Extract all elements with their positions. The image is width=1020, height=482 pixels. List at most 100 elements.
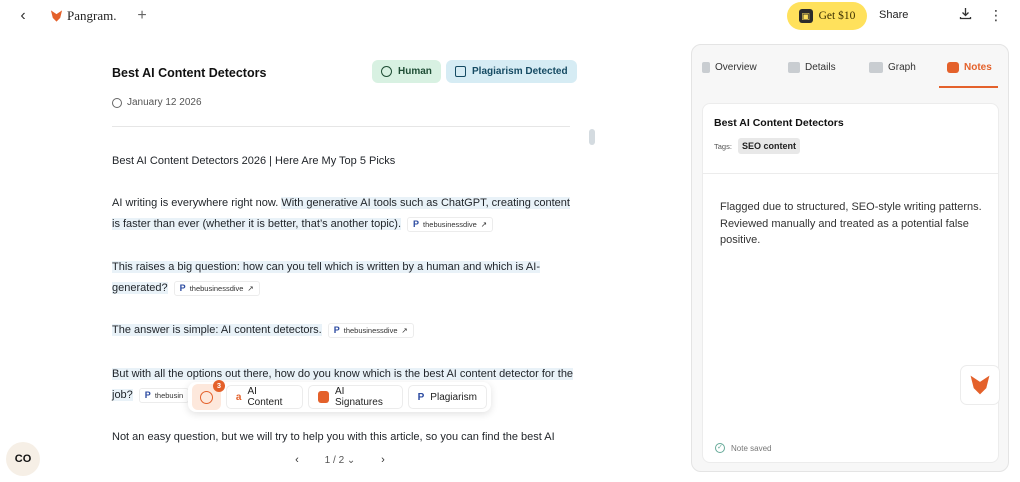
paragraph-5: Not an easy question, but we will try to…: [112, 431, 555, 443]
save-status-label: Note saved: [731, 443, 772, 453]
pangram-p-icon: P: [413, 218, 420, 229]
document-title: Best AI Content Detectors: [112, 66, 267, 80]
plagiarism-button[interactable]: P Plagiarism: [407, 385, 487, 409]
external-link-icon: ↗: [401, 325, 408, 335]
chevron-right-icon: ›: [381, 454, 385, 466]
top-bar: ‹ Pangram. + ▣ Get $10 Share ⋮: [0, 0, 1020, 32]
source-chip[interactable]: Pthebusin: [138, 387, 190, 403]
ai-signatures-icon: [317, 391, 330, 403]
source-name: thebusinessdive: [189, 283, 244, 293]
tags-label: Tags:: [714, 141, 732, 151]
chevron-down-icon: ⌄: [344, 454, 356, 466]
ai-content-label: AI Content: [247, 386, 283, 408]
document-heading-line: Best AI Content Detectors 2026 | Here Ar…: [112, 155, 396, 167]
external-link-icon: ↗: [247, 283, 254, 293]
plagiarism-icon: [455, 66, 466, 77]
more-vertical-icon: ⋮: [989, 7, 1003, 23]
ai-content-icon: a: [235, 391, 242, 403]
page-indicator-label: 1 / 2: [324, 454, 345, 466]
ai-content-button[interactable]: a AI Content: [225, 385, 303, 409]
paragraph-1: AI writing is everywhere right now. With…: [112, 193, 574, 235]
tab-graph-label: Graph: [888, 62, 916, 73]
notes-icon: [947, 62, 959, 73]
document-date: January 12 2026: [112, 97, 202, 108]
tab-notes-label: Notes: [964, 62, 992, 73]
download-icon: [959, 8, 971, 20]
tab-graph[interactable]: Graph: [869, 62, 916, 73]
check-circle-icon: ✓: [715, 443, 725, 453]
page-indicator[interactable]: 1 / 2 ⌄: [325, 455, 356, 466]
source-chip[interactable]: Pthebusinessdive ↗: [327, 322, 414, 338]
notes-card: Best AI Content Detectors Tags: SEO cont…: [702, 103, 999, 463]
tab-overview-label: Overview: [715, 62, 757, 73]
more-options-button[interactable]: ⋮: [988, 7, 1004, 23]
fox-logo-icon: [50, 10, 63, 22]
analysis-toolbar: 3 a AI Content AI Signatures P Plagiaris…: [188, 380, 491, 412]
tag-chip[interactable]: SEO content: [737, 138, 800, 154]
pangram-p-icon: P: [179, 282, 186, 293]
issue-count-badge: 3: [213, 380, 225, 392]
prev-page-button[interactable]: ‹: [290, 454, 304, 466]
share-button[interactable]: Share: [879, 9, 908, 21]
plagiarism-label: Plagiarism: [430, 391, 477, 403]
source-name: thebusinessdive: [343, 325, 398, 335]
header-divider: [112, 126, 570, 127]
notes-divider: [703, 173, 998, 174]
pangram-p-icon: P: [144, 389, 151, 400]
active-tab-indicator: [939, 86, 998, 88]
chevron-left-icon: ‹: [20, 7, 26, 24]
details-list-icon: [788, 62, 800, 73]
overview-icon: [702, 62, 710, 73]
analysis-toggle-button[interactable]: 3: [192, 380, 225, 410]
copilot-button[interactable]: CO: [6, 442, 40, 476]
side-panel: Overview Details Graph Notes Best AI Con…: [691, 44, 1009, 472]
source-name: thebusinessdive: [423, 219, 477, 229]
user-circle-icon: [381, 66, 392, 77]
tab-notes[interactable]: Notes: [947, 62, 992, 73]
tab-details-label: Details: [805, 62, 836, 73]
tab-overview[interactable]: Overview: [702, 62, 757, 73]
tab-details[interactable]: Details: [788, 62, 836, 73]
next-page-button[interactable]: ›: [376, 454, 390, 466]
fingerprint-icon: [199, 390, 213, 404]
chevron-left-icon: ‹: [295, 454, 299, 466]
pangram-p-icon: P: [333, 324, 340, 335]
download-button[interactable]: [957, 7, 973, 23]
panel-tabs: Overview Details Graph Notes: [692, 45, 1008, 89]
ai-signatures-button[interactable]: AI Signatures: [307, 385, 403, 409]
plus-icon: +: [137, 7, 147, 24]
brand-name: Pangram.: [67, 8, 117, 23]
external-link-icon: ↗: [480, 219, 488, 229]
human-badge-label: Human: [398, 66, 432, 77]
note-text-area[interactable]: Flagged due to structured, SEO-style wri…: [720, 199, 990, 249]
plagiarism-badge[interactable]: Plagiarism Detected: [446, 60, 577, 83]
paragraph-3: The answer is simple: AI content detecto…: [112, 320, 574, 341]
get-reward-button[interactable]: ▣ Get $10: [787, 2, 867, 30]
graph-icon: [869, 62, 883, 73]
source-chip[interactable]: Pthebusinessdive ↗: [173, 280, 260, 296]
source-chip[interactable]: Pthebusinessdive ↗: [407, 216, 494, 232]
brand-logo[interactable]: Pangram.: [50, 7, 116, 25]
paragraph-3-highlight[interactable]: The answer is simple: AI content detecto…: [112, 324, 322, 336]
plagiarism-badge-label: Plagiarism Detected: [472, 66, 568, 77]
scrollbar-thumb[interactable]: [589, 129, 595, 145]
clock-icon: [112, 97, 122, 108]
tags-row: Tags: SEO content: [714, 138, 800, 154]
plagiarism-p-icon: P: [417, 391, 425, 403]
new-tab-button[interactable]: +: [132, 6, 152, 26]
save-status: ✓ Note saved: [715, 443, 771, 453]
get-reward-label: Get $10: [818, 10, 856, 22]
fox-logo-icon: [970, 375, 990, 395]
back-button[interactable]: ‹: [14, 7, 32, 25]
copilot-icon: CO: [14, 453, 32, 465]
source-name: thebusin: [154, 390, 184, 400]
paragraph-1-plain: AI writing is everywhere right now.: [112, 197, 282, 209]
ai-signatures-label: AI Signatures: [335, 386, 383, 408]
date-text: January 12 2026: [127, 97, 202, 108]
assistant-button[interactable]: [960, 365, 1000, 405]
gift-icon: ▣: [798, 9, 813, 23]
human-badge[interactable]: Human: [372, 60, 441, 83]
page-navigator: ‹ 1 / 2 ⌄ ›: [290, 452, 390, 468]
notes-card-title: Best AI Content Detectors: [714, 117, 844, 129]
paragraph-2: This raises a big question: how can you …: [112, 257, 574, 299]
